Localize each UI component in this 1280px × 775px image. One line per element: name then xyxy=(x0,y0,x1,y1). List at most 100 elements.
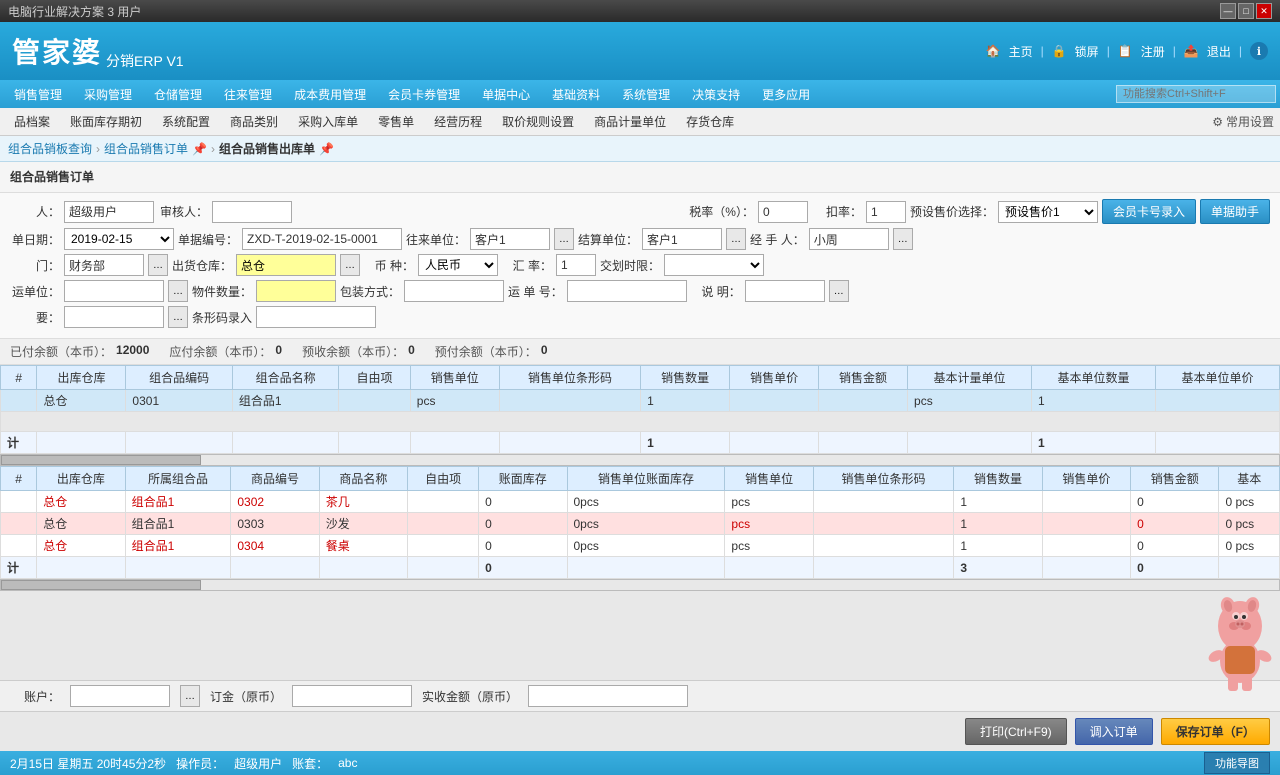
bth-unit-stock: 销售单位账面库存 xyxy=(567,467,725,491)
common-settings[interactable]: ⚙ 常用设置 xyxy=(1212,113,1274,130)
settle-input[interactable] xyxy=(642,228,722,250)
nav-decision[interactable]: 决策支持 xyxy=(682,83,750,106)
barcode-label: 条形码录入 xyxy=(192,309,252,326)
nav-more[interactable]: 更多应用 xyxy=(752,83,820,106)
function-map-button[interactable]: 功能导图 xyxy=(1204,752,1270,774)
settle-btn[interactable]: … xyxy=(726,228,746,250)
tb-history[interactable]: 经营历程 xyxy=(426,111,490,132)
account-btn[interactable]: … xyxy=(180,685,200,707)
currency-select[interactable]: 人民币 xyxy=(418,254,498,276)
home-icon[interactable]: 🏠 xyxy=(986,44,1001,58)
bth-qty: 销售数量 xyxy=(954,467,1042,491)
dept-btn[interactable]: … xyxy=(148,254,168,276)
table-row[interactable]: 总仓 0301 组合品1 pcs 1 pcs 1 xyxy=(1,390,1280,412)
nav-system[interactable]: 系统管理 xyxy=(612,83,680,106)
barcode-input[interactable] xyxy=(256,306,376,328)
tb-purchase-in[interactable]: 采购入库单 xyxy=(290,111,366,132)
nav-basic[interactable]: 基础资料 xyxy=(542,83,610,106)
rate-input[interactable] xyxy=(556,254,596,276)
nav-sales[interactable]: 销售管理 xyxy=(4,83,72,106)
tax-input[interactable] xyxy=(758,201,808,223)
waybill-input[interactable] xyxy=(567,280,687,302)
register-label[interactable]: 注册 xyxy=(1141,43,1165,60)
person2-input[interactable] xyxy=(809,228,889,250)
discount-input[interactable] xyxy=(866,201,906,223)
ship-unit-btn[interactable]: … xyxy=(168,280,188,302)
top-scrollbar-thumb[interactable] xyxy=(1,455,201,465)
bottom-table-scrollbar[interactable] xyxy=(0,579,1280,591)
tb-uom[interactable]: 商品计量单位 xyxy=(586,111,674,132)
to-unit-input[interactable] xyxy=(470,228,550,250)
nav-warehouse[interactable]: 仓储管理 xyxy=(144,83,212,106)
form-row-5: 要： … 条形码录入 xyxy=(10,306,1270,328)
assist-button[interactable]: 单据助手 xyxy=(1200,199,1270,224)
note-input[interactable] xyxy=(745,280,825,302)
tb-product-file[interactable]: 品档案 xyxy=(6,111,58,132)
person2-btn[interactable]: … xyxy=(893,228,913,250)
extra-value: 0 xyxy=(541,343,548,360)
close-button[interactable]: ✕ xyxy=(1256,3,1272,19)
table-row[interactable]: 总仓 组合品1 0302 茶几 0 0pcs pcs 1 0 0 pcs xyxy=(1,491,1280,513)
print-button[interactable]: 打印(Ctrl+F9) xyxy=(965,718,1067,745)
top-table-scrollbar[interactable] xyxy=(0,454,1280,466)
date-select[interactable]: 2019-02-15 xyxy=(64,228,174,250)
required-btn[interactable]: … xyxy=(168,306,188,328)
actual-input[interactable] xyxy=(528,685,688,707)
settle-label: 结算单位： xyxy=(578,231,638,248)
auditor-input[interactable] xyxy=(212,201,292,223)
breadcrumb-sales-order[interactable]: 组合品销售订单 xyxy=(104,140,188,157)
summary-receivable: 应付余额（本币）： 0 xyxy=(169,343,282,360)
bottom-scrollbar-thumb[interactable] xyxy=(1,580,201,590)
tb-account-init[interactable]: 账面库存期初 xyxy=(62,111,150,132)
logout-label[interactable]: 退出 xyxy=(1207,43,1231,60)
required-input[interactable] xyxy=(64,306,164,328)
save-button[interactable]: 保存订单（F） xyxy=(1161,718,1270,745)
status-account: abc xyxy=(338,756,357,770)
minimize-button[interactable]: — xyxy=(1220,3,1236,19)
bth-price: 销售单价 xyxy=(1042,467,1130,491)
maximize-button[interactable]: □ xyxy=(1238,3,1254,19)
packing-input[interactable] xyxy=(404,280,504,302)
parts-count-input[interactable] xyxy=(256,280,336,302)
person-input[interactable] xyxy=(64,201,154,223)
tb-product-category[interactable]: 商品类别 xyxy=(222,111,286,132)
account-input[interactable] xyxy=(70,685,170,707)
nav-search-input[interactable] xyxy=(1116,85,1276,103)
tb-sys-config[interactable]: 系统配置 xyxy=(154,111,218,132)
warehouse-input[interactable] xyxy=(236,254,336,276)
membercard-button[interactable]: 会员卡号录入 xyxy=(1102,199,1196,224)
order-input[interactable] xyxy=(292,685,412,707)
tb-warehouse[interactable]: 存货仓库 xyxy=(678,111,742,132)
table-row[interactable]: 总仓 组合品1 0303 沙发 0 0pcs pcs 1 0 0 pcs xyxy=(1,513,1280,535)
payable-label: 已付余额（本币）： xyxy=(10,343,112,360)
nav-member[interactable]: 会员卡券管理 xyxy=(378,83,470,106)
breadcrumb-query[interactable]: 组合品销板查询 xyxy=(8,140,92,157)
table-row[interactable]: 总仓 组合品1 0304 餐桌 0 0pcs pcs 1 0 0 pcs xyxy=(1,535,1280,557)
tb-retail[interactable]: 零售单 xyxy=(370,111,422,132)
title-bar: 电脑行业解决方案 3 用户 — □ ✕ xyxy=(0,0,1280,22)
nav-purchase[interactable]: 采购管理 xyxy=(74,83,142,106)
info-icon[interactable]: ℹ xyxy=(1250,42,1268,60)
preset-select[interactable]: 预设售价1 xyxy=(998,201,1098,223)
receivable-label: 应付余额（本币）： xyxy=(169,343,271,360)
nav-docs[interactable]: 单据中心 xyxy=(472,83,540,106)
to-unit-btn[interactable]: … xyxy=(554,228,574,250)
ship-unit-input[interactable] xyxy=(64,280,164,302)
order-no-input[interactable] xyxy=(242,228,402,250)
lock-label[interactable]: 锁屏 xyxy=(1075,43,1099,60)
summary-col: 预收余额（本币）： 0 xyxy=(302,343,415,360)
dept-input[interactable] xyxy=(64,254,144,276)
nav-cost[interactable]: 成本费用管理 xyxy=(284,83,376,106)
home-label[interactable]: 主页 xyxy=(1009,43,1033,60)
nav-contacts[interactable]: 往来管理 xyxy=(214,83,282,106)
import-button[interactable]: 调入订单 xyxy=(1075,718,1153,745)
packing-label: 包装方式： xyxy=(340,283,400,300)
exchange-select[interactable] xyxy=(664,254,764,276)
note-btn[interactable]: … xyxy=(829,280,849,302)
warehouse-btn[interactable]: … xyxy=(340,254,360,276)
person-label: 人： xyxy=(10,203,60,220)
note-label: 说 明： xyxy=(691,283,741,300)
mascot-svg xyxy=(1200,596,1280,696)
account-label: 账户： xyxy=(10,688,60,705)
tb-price-rule[interactable]: 取价规则设置 xyxy=(494,111,582,132)
